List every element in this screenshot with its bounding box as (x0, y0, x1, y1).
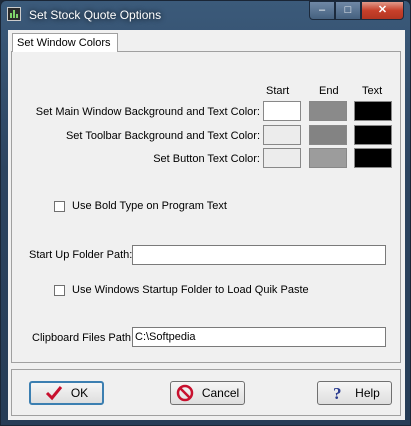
tab-panel: Start End Text Set Main Window Backgroun… (11, 51, 401, 363)
button-bar: OK Cancel ? Help (11, 369, 401, 416)
clipboard-path-input[interactable]: C:\Softpedia (132, 327, 386, 347)
button-start-color-swatch[interactable] (263, 148, 301, 168)
bold-type-label: Use Bold Type on Program Text (72, 200, 227, 212)
tab-set-window-colors[interactable]: Set Window Colors (12, 33, 118, 52)
toolbar-color-label: Set Toolbar Background and Text Color: (65, 130, 260, 142)
ok-button[interactable]: OK (29, 381, 104, 405)
no-entry-icon (176, 384, 194, 402)
toolbar-end-color-swatch[interactable] (309, 125, 347, 145)
ok-label: OK (70, 386, 89, 400)
window-title: Set Stock Quote Options (29, 8, 162, 22)
minimize-button[interactable]: – (309, 1, 335, 20)
main-window-color-label: Set Main Window Background and Text Colo… (35, 106, 260, 118)
startup-checkbox[interactable] (54, 285, 65, 296)
bold-type-checkbox[interactable] (54, 201, 65, 212)
main-text-color-swatch[interactable] (354, 101, 392, 121)
startup-folder-input[interactable] (132, 245, 386, 265)
clipboard-path-label: Clipboard Files Path: (32, 332, 135, 344)
caption-buttons: – □ ✕ (309, 1, 404, 20)
svg-text:?: ? (333, 384, 342, 402)
dialog-window: Set Stock Quote Options – □ ✕ Set Window… (0, 0, 411, 426)
toolbar-text-color-swatch[interactable] (354, 125, 392, 145)
button-end-color-swatch[interactable] (309, 148, 347, 168)
dialog-client: Set Window Colors Start End Text Set Mai… (8, 30, 405, 420)
column-end-label: End (319, 85, 339, 97)
maximize-button[interactable]: □ (335, 1, 361, 20)
chart-icon[interactable] (7, 7, 21, 21)
main-start-color-swatch[interactable] (263, 101, 301, 121)
close-button[interactable]: ✕ (361, 1, 404, 20)
toolbar-start-color-swatch[interactable] (263, 125, 301, 145)
button-text-color-swatch[interactable] (354, 148, 392, 168)
checkmark-icon (45, 386, 62, 401)
startup-checkbox-label: Use Windows Startup Folder to Load Quik … (72, 284, 309, 296)
main-end-color-swatch[interactable] (309, 101, 347, 121)
column-start-label: Start (266, 85, 290, 97)
help-button[interactable]: ? Help (317, 381, 392, 405)
button-color-label: Set Button Text Color: (153, 153, 260, 165)
question-icon: ? (333, 384, 342, 402)
title-bar[interactable]: Set Stock Quote Options – □ ✕ (1, 1, 410, 29)
startup-folder-label: Start Up Folder Path: (29, 249, 133, 261)
help-label: Help (355, 386, 380, 400)
cancel-label: Cancel (201, 386, 240, 400)
cancel-button[interactable]: Cancel (170, 381, 245, 405)
column-text-label: Text (362, 85, 383, 97)
